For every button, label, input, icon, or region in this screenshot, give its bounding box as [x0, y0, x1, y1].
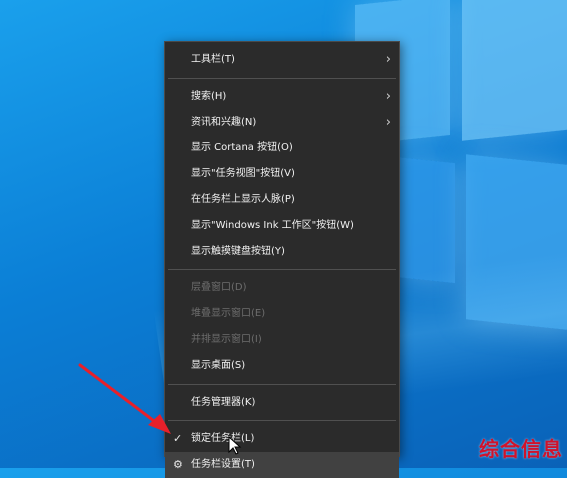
red-arrow-annotation	[78, 363, 171, 434]
mouse-cursor-icon	[228, 436, 242, 455]
arrow-shaft	[78, 363, 160, 426]
arrow-head	[148, 414, 171, 434]
watermark-text: 综合信息	[479, 437, 563, 461]
